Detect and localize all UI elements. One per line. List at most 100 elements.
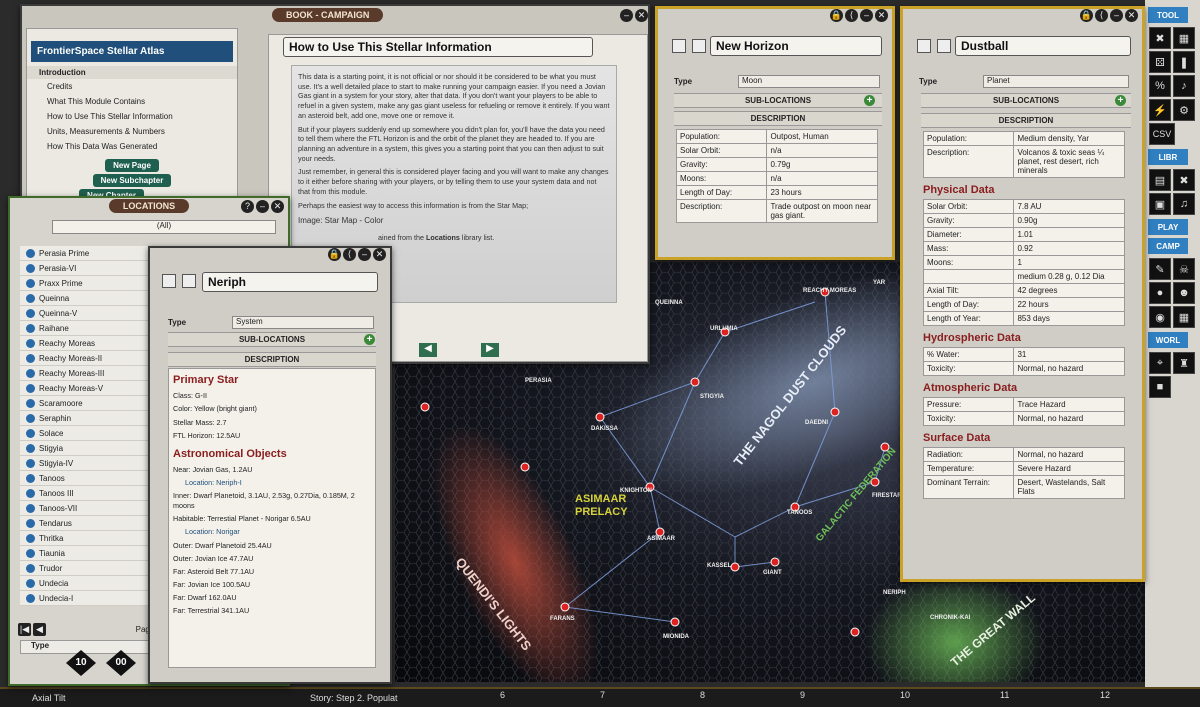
filter-dropdown[interactable]: (All) [52,220,276,234]
star-map-link[interactable]: Image: Star Map - Color [298,216,610,227]
lock-icon[interactable]: 🔒 [830,9,843,22]
mask-icon[interactable]: ☻ [1173,282,1195,304]
prev-page-button[interactable]: ◀ [33,622,46,636]
minimize-icon[interactable]: – [1110,9,1123,22]
hotkey-9[interactable]: 9 [800,690,805,700]
field-value[interactable]: Medium density, Yar [1013,131,1125,146]
toc-item[interactable]: Units, Measurements & Numbers [27,124,237,139]
hotkey-axial-tilt[interactable]: Axial Tilt [32,693,66,703]
dice-icon[interactable]: ⚄ [1149,51,1171,73]
location-list-item[interactable]: Reachy Moreas-II [20,351,155,366]
field-value[interactable]: 1.01 [1013,227,1125,242]
location-list-item[interactable]: Stigyia-IV [20,456,155,471]
bag-icon[interactable]: ● [1149,282,1171,304]
token-icon[interactable] [672,39,686,53]
add-sublocation-button[interactable]: + [864,95,875,106]
music-icon[interactable]: ♪ [1173,75,1195,97]
atlas-title[interactable]: FrontierSpace Stellar Atlas [31,41,233,62]
field-value[interactable]: 1 [1013,255,1125,270]
next-page-button[interactable]: ▶ [481,343,499,357]
pages-icon[interactable]: ▣ [1149,193,1171,215]
location-list-item[interactable]: Thritka [20,531,155,546]
type-field[interactable]: Planet [983,75,1129,88]
field-value[interactable]: Trace Hazard [1013,397,1125,412]
location-list-item[interactable]: Perasia Prime [20,246,155,261]
calendar-icon[interactable]: ▦ [1173,27,1195,49]
note-icon[interactable]: ♫ [1173,193,1195,215]
field-value[interactable]: 853 days [1013,311,1125,326]
toc-item[interactable]: How to Use This Stellar Information [27,109,237,124]
dustball-window[interactable]: 🔒 ⟨ – ✕ Dustball Type Planet SUB-LOCATIONS … [900,6,1145,582]
first-page-button[interactable]: |◀ [18,622,31,636]
minimize-icon[interactable]: – [620,8,633,22]
tools-icon[interactable]: ✖ [1173,169,1195,191]
bookmark-icon[interactable]: ❚ [1173,51,1195,73]
type-field[interactable]: System [232,316,374,329]
record-name[interactable]: Dustball [955,36,1131,56]
location-list-item[interactable]: Queinna-V [20,306,155,321]
minimize-icon[interactable]: – [358,248,371,261]
field-value[interactable]: Severe Hazard [1013,461,1125,476]
type-field[interactable]: Moon [738,75,880,88]
share-icon[interactable]: ⟨ [1095,9,1108,22]
toc-item[interactable]: What This Module Contains [27,94,237,109]
skull-icon[interactable]: ☠ [1173,258,1195,280]
close-icon[interactable]: ✕ [1125,9,1138,22]
close-icon[interactable]: ✕ [875,9,888,22]
image-icon[interactable] [692,39,706,53]
location-list-item[interactable]: Reachy Moreas [20,336,155,351]
field-value[interactable]: 0.79g [766,157,878,172]
location-list-item[interactable]: Tanoos III [20,486,155,501]
gear-icon[interactable]: ⚙ [1173,99,1195,121]
close-icon[interactable]: ✕ [635,8,648,22]
location-link[interactable]: Location: Norigar [185,527,371,537]
field-value[interactable]: Desert, Wastelands, Salt Flats [1013,475,1125,499]
location-list-item[interactable]: Tendarus [20,516,155,531]
field-value[interactable]: 0.92 [1013,241,1125,256]
coins-icon[interactable]: ◉ [1149,306,1171,328]
hotkey-story[interactable]: Story: Step 2. Populat [310,693,398,703]
share-icon[interactable]: ⟨ [845,9,858,22]
location-list-item[interactable]: Seraphin [20,411,155,426]
location-list-item[interactable]: Tanoos-VII [20,501,155,516]
page-title[interactable]: How to Use This Stellar Information [283,37,593,57]
field-value[interactable]: Normal, no hazard [1013,411,1125,426]
field-value[interactable]: 31 [1013,347,1125,362]
location-list-item[interactable]: Queinna [20,291,155,306]
minimize-icon[interactable]: – [256,200,269,213]
libr-header[interactable]: LIBR [1148,149,1188,165]
location-link[interactable]: Location: Neriph-I [185,478,371,488]
close-icon[interactable]: ✕ [271,200,284,213]
record-name[interactable]: New Horizon [710,36,882,56]
field-value[interactable]: Volcanos & toxic seas ¼ planet, rest des… [1013,145,1125,178]
prev-page-button[interactable]: ◀ [419,343,437,357]
trophy-icon[interactable]: ♜ [1173,352,1195,374]
field-value[interactable]: 42 degrees [1013,283,1125,298]
toc-introduction[interactable]: Introduction [27,66,237,79]
folder-icon[interactable]: ▤ [1149,169,1171,191]
location-list-item[interactable]: Raihane [20,321,155,336]
location-list-item[interactable]: Undecia-I [20,591,155,606]
location-list-item[interactable]: Undecia [20,576,155,591]
field-value[interactable]: Trade outpost on moon near gas giant. [766,199,878,223]
token-icon[interactable] [917,39,931,53]
map-icon[interactable]: ✎ [1149,258,1171,280]
field-value[interactable]: 22 hours [1013,297,1125,312]
field-value[interactable]: Normal, no hazard [1013,361,1125,376]
locations-link[interactable]: Locations [426,233,460,242]
field-value[interactable]: medium 0.28 g, 0.12 Dia [1013,269,1125,284]
type-column-header[interactable]: Type [20,640,155,654]
toc-item[interactable]: How This Data Was Generated [27,139,237,154]
location-icon[interactable]: ⌖ [1149,352,1171,374]
lightning-icon[interactable]: ⚡ [1149,99,1171,121]
camp-header[interactable]: CAMP [1148,238,1188,254]
field-value[interactable]: 0.90g [1013,213,1125,228]
image-icon[interactable] [937,39,951,53]
add-sublocation-button[interactable]: + [364,334,375,345]
location-list-item[interactable]: Reachy Moreas-V [20,381,155,396]
location-list-item[interactable]: Tanoos [20,471,155,486]
field-value[interactable]: n/a [766,171,878,186]
hotkey-8[interactable]: 8 [700,690,705,700]
toc-item[interactable]: Credits [27,79,237,94]
field-value[interactable]: Outpost, Human [766,129,878,144]
